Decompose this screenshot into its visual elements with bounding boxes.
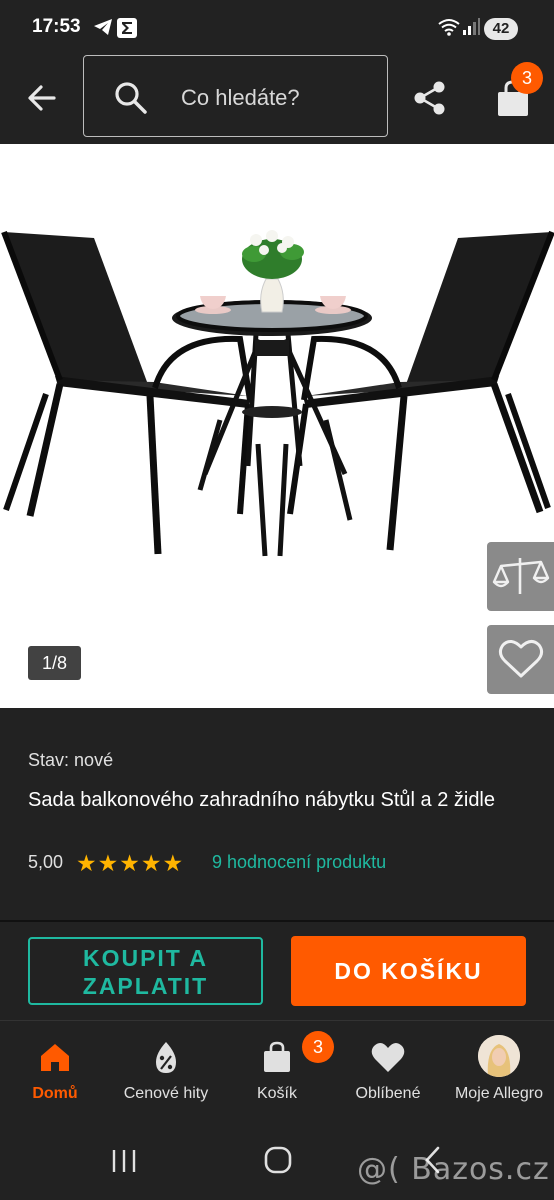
star-icon: ★ xyxy=(97,850,119,876)
condition-value: nové xyxy=(74,750,114,770)
cart-button[interactable]: 3 xyxy=(493,62,543,118)
price-tag-icon xyxy=(156,1042,176,1073)
top-app-bar: Co hledáte? 3 xyxy=(0,52,554,144)
nav-item-price-hits[interactable]: Cenové hity xyxy=(111,1021,221,1121)
nav-item-my-allegro[interactable]: Moje Allegro xyxy=(444,1021,554,1121)
image-counter: 1/8 xyxy=(28,646,81,680)
status-time: 17:53 xyxy=(32,16,81,37)
avatar xyxy=(478,1035,520,1077)
nav-item-favorites[interactable]: Oblíbené xyxy=(333,1021,443,1121)
watermark: @( Bazos.cz xyxy=(357,1152,550,1187)
compare-button[interactable] xyxy=(487,542,554,611)
nav-item-home[interactable]: Domů xyxy=(0,1021,110,1121)
status-bar: 17:53 42 xyxy=(0,0,554,52)
search-input[interactable]: Co hledáte? xyxy=(83,55,388,137)
back-arrow-icon xyxy=(28,85,56,111)
star-icon: ★ xyxy=(76,850,97,876)
product-title: Sada balkonového zahradního nábytku Stůl… xyxy=(28,789,496,811)
share-icon xyxy=(414,81,445,115)
bottom-navigation: Domů Cenové hity 3 Košík Oblíbené Moje A… xyxy=(0,1020,554,1120)
product-gallery[interactable]: 1/8 xyxy=(0,144,554,708)
cart-badge: 3 xyxy=(511,62,543,94)
nav-cart-badge: 3 xyxy=(302,1031,334,1063)
heart-icon xyxy=(371,1042,405,1072)
nav-label-home: Domů xyxy=(32,1085,78,1102)
home-circle-icon[interactable] xyxy=(263,1145,293,1175)
back-button[interactable] xyxy=(22,78,62,118)
condition-line: Stav: nové xyxy=(28,750,113,771)
search-placeholder: Co hledáte? xyxy=(181,85,300,110)
heart-icon xyxy=(498,640,544,678)
battery-indicator: 42 xyxy=(484,18,518,40)
product-details: Stav: nové Sada balkonového zahradního n… xyxy=(0,708,554,920)
nav-label-price-hits: Cenové hity xyxy=(123,1085,209,1102)
compare-scales-icon xyxy=(492,558,550,594)
rating-stars: ★★★★★ xyxy=(76,851,184,876)
buy-now-button[interactable]: KOUPIT A ZAPLATIT xyxy=(28,937,263,1005)
reviews-link[interactable]: 9 hodnocení produktu xyxy=(212,852,386,873)
rating-value: 5,00 xyxy=(28,852,64,872)
wifi-icon xyxy=(438,19,460,36)
recent-apps-icon[interactable] xyxy=(109,1148,139,1174)
star-icon: ★ xyxy=(119,850,140,876)
product-image[interactable] xyxy=(0,144,554,708)
nav-label-cart: Košík xyxy=(256,1085,297,1102)
home-icon xyxy=(41,1044,69,1071)
add-to-cart-button[interactable]: DO KOŠÍKU xyxy=(291,936,526,1006)
signal-icon xyxy=(463,18,480,35)
share-button[interactable] xyxy=(410,78,450,118)
buy-bar: KOUPIT A ZAPLATIT DO KOŠÍKU xyxy=(0,922,554,1020)
nav-item-cart[interactable]: 3 Košík xyxy=(222,1021,334,1121)
system-navigation-bar: @( Bazos.cz xyxy=(0,1120,554,1200)
nav-label-favorites: Oblíbené xyxy=(355,1085,421,1102)
search-icon xyxy=(115,82,147,114)
cart-bag-icon xyxy=(264,1041,290,1072)
telegram-icon xyxy=(94,19,112,35)
favorite-button[interactable] xyxy=(487,625,554,694)
nav-label-my-allegro: Moje Allegro xyxy=(454,1085,544,1102)
sigma-icon xyxy=(117,18,137,38)
condition-label: Stav: xyxy=(28,750,70,770)
star-icon: ★ xyxy=(140,850,162,876)
star-icon: ★ xyxy=(162,850,184,876)
